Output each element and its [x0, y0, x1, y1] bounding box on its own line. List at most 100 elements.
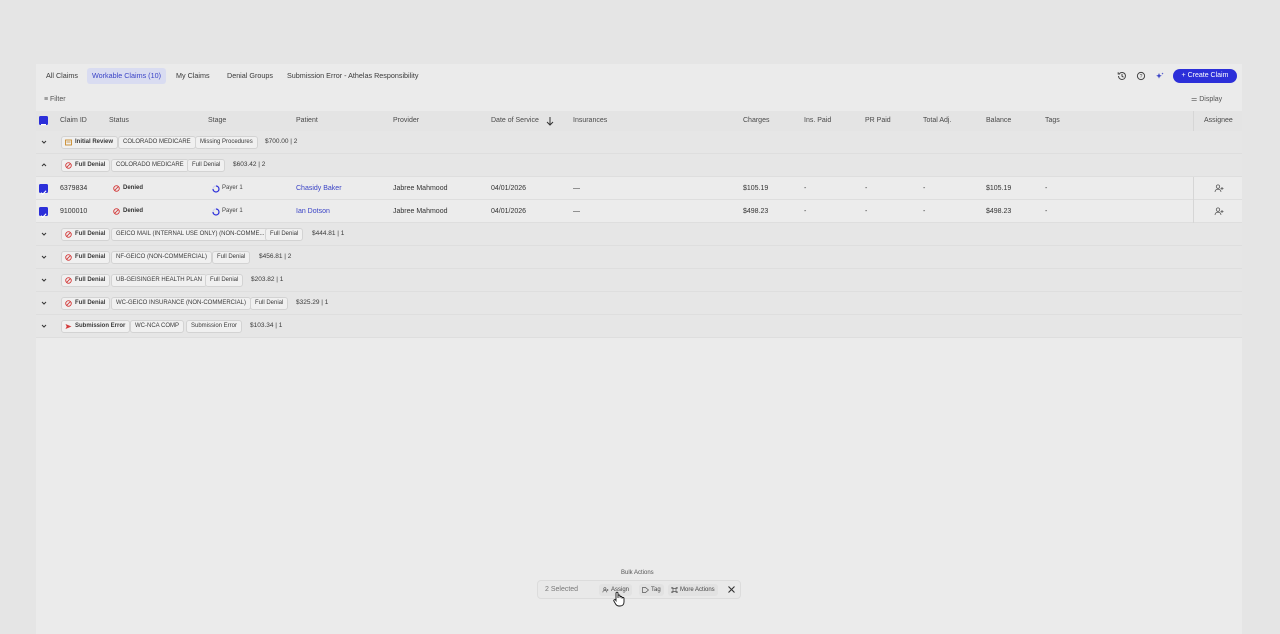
group-summary: $700.00 | 2 — [265, 138, 298, 145]
group-row[interactable]: Submission Error WC-NCA COMP Submission … — [36, 315, 1242, 338]
group-row[interactable]: Full Denial COLORADO MEDICARE Full Denia… — [36, 154, 1242, 177]
more-actions-button[interactable]: More Actions — [668, 584, 718, 596]
patient-link[interactable]: Chasidy Baker — [296, 177, 342, 200]
reason-chip: Full Denial — [212, 251, 251, 264]
denied-icon — [65, 300, 72, 307]
command-icon — [671, 587, 678, 593]
denied-icon — [65, 162, 72, 169]
filter-button[interactable]: ≡ Filter — [41, 94, 69, 106]
payer-chip: GEICO MAIL (INTERNAL USE ONLY) (NON-COMM… — [111, 228, 270, 241]
chevron-down-icon[interactable] — [39, 229, 49, 239]
assignee-cell[interactable] — [1193, 177, 1242, 200]
table-row[interactable]: 9100010 Denied Payer 1 Ian Dotson Jabree… — [36, 200, 1242, 223]
create-claim-button[interactable]: + Create Claim — [1173, 69, 1237, 83]
claim-id: 6379834 — [60, 185, 88, 192]
status-cell: Denied — [113, 177, 143, 200]
pr-paid-cell: - — [865, 185, 868, 192]
col-claim-id[interactable]: Claim ID — [60, 111, 87, 131]
group-row[interactable]: Full Denial UB-GEISINGER HEALTH PLAN Ful… — [36, 269, 1242, 292]
balance-cell: $105.19 — [986, 185, 1012, 192]
claims-panel: All Claims Workable Claims (10) My Claim… — [36, 64, 1242, 634]
reason-chip: Full Denial — [265, 228, 304, 241]
denied-icon — [113, 185, 120, 192]
balance-cell: $498.23 — [986, 208, 1012, 215]
row-checkbox[interactable] — [39, 207, 48, 219]
assign-user-icon[interactable] — [1214, 184, 1224, 193]
history-icon[interactable] — [1115, 69, 1129, 83]
close-icon[interactable] — [727, 585, 736, 594]
status-cell: Denied — [113, 200, 143, 223]
col-provider[interactable]: Provider — [393, 111, 419, 131]
col-total-adj[interactable]: Total Adj. — [923, 111, 951, 131]
col-date-of-service[interactable]: Date of Service — [491, 111, 539, 131]
display-button[interactable]: ⚌ Display — [1191, 94, 1222, 106]
status-badge: Submission Error — [61, 320, 131, 333]
progress-ring-icon — [212, 185, 220, 193]
col-pr-paid[interactable]: PR Paid — [865, 111, 891, 131]
tag-button[interactable]: Tag — [639, 584, 664, 596]
col-ins-paid[interactable]: Ins. Paid — [804, 111, 831, 131]
col-charges[interactable]: Charges — [743, 111, 769, 131]
group-row[interactable]: Full Denial GEICO MAIL (INTERNAL USE ONL… — [36, 223, 1242, 246]
payer-chip: COLORADO MEDICARE — [118, 136, 196, 149]
tab-denial-groups[interactable]: Denial Groups — [222, 68, 278, 84]
assign-user-icon[interactable] — [1214, 207, 1224, 216]
bulk-actions-title: Bulk Actions — [621, 570, 654, 576]
tab-bar: All Claims Workable Claims (10) My Claim… — [36, 64, 1242, 88]
tags-cell: - — [1045, 185, 1048, 192]
status-badge: Initial Review — [61, 136, 119, 149]
help-icon[interactable]: ? — [1134, 69, 1148, 83]
col-status[interactable]: Status — [109, 111, 129, 131]
tab-submission-error[interactable]: Submission Error - Athelas Responsibilit… — [282, 68, 423, 84]
col-insurances[interactable]: Insurances — [573, 111, 607, 131]
chevron-down-icon[interactable] — [39, 137, 49, 147]
col-assignee[interactable]: Assignee — [1204, 111, 1233, 131]
claim-id: 9100010 — [60, 208, 88, 215]
group-row[interactable]: Full Denial NF-GEICO (NON-COMMERCIAL) Fu… — [36, 246, 1242, 269]
initial-review-icon — [65, 139, 72, 146]
progress-ring-icon — [212, 208, 220, 216]
insurances-cell: — — [573, 208, 580, 215]
chevron-up-icon[interactable] — [39, 160, 49, 170]
status-badge: Full Denial — [61, 274, 111, 287]
reason-chip: Missing Procedures — [195, 136, 258, 149]
reason-chip: Full Denial — [205, 274, 244, 287]
table-row[interactable]: 6379834 Denied Payer 1 Chasidy Baker Jab… — [36, 177, 1242, 200]
total-adj-cell: - — [923, 208, 926, 215]
chevron-down-icon[interactable] — [39, 298, 49, 308]
group-row[interactable]: Full Denial WC-GEICO INSURANCE (NON-COMM… — [36, 292, 1242, 315]
insurances-cell: — — [573, 185, 580, 192]
payer-chip: NF-GEICO (NON-COMMERCIAL) — [111, 251, 212, 264]
stage-cell: Payer 1 — [212, 177, 243, 200]
col-patient[interactable]: Patient — [296, 111, 318, 131]
reason-chip: Full Denial — [187, 159, 226, 172]
sparkle-icon[interactable] — [1153, 69, 1167, 83]
reason-chip: Submission Error — [186, 320, 243, 333]
chevron-down-icon[interactable] — [39, 275, 49, 285]
row-checkbox[interactable] — [39, 184, 48, 196]
chevron-down-icon[interactable] — [39, 321, 49, 331]
denied-icon — [65, 254, 72, 261]
group-summary: $203.82 | 1 — [251, 276, 284, 283]
reason-chip: Full Denial — [250, 297, 289, 310]
tag-icon — [642, 587, 649, 593]
tab-workable-claims[interactable]: Workable Claims (10) — [87, 68, 166, 84]
bulk-actions-bar: 2 Selected Assign Tag More Actions — [537, 580, 741, 599]
payer-chip: COLORADO MEDICARE — [111, 159, 189, 172]
col-stage[interactable]: Stage — [208, 111, 226, 131]
sort-desc-icon[interactable] — [546, 116, 554, 126]
tab-my-claims[interactable]: My Claims — [171, 68, 215, 84]
col-tags[interactable]: Tags — [1045, 111, 1060, 131]
col-balance[interactable]: Balance — [986, 111, 1011, 131]
group-row[interactable]: Initial Review COLORADO MEDICARE Missing… — [36, 131, 1242, 154]
chevron-down-icon[interactable] — [39, 252, 49, 262]
tab-all-claims[interactable]: All Claims — [41, 68, 83, 84]
patient-link[interactable]: Ian Dotson — [296, 200, 330, 223]
assignee-cell[interactable] — [1193, 200, 1242, 223]
table-header: Claim ID Status Stage Patient Provider D… — [36, 111, 1242, 131]
payer-chip: UB-GEISINGER HEALTH PLAN — [111, 274, 207, 287]
dos-cell: 04/01/2026 — [491, 185, 527, 192]
ins-paid-cell: - — [804, 208, 807, 215]
select-all-checkbox[interactable] — [39, 116, 48, 126]
charges-cell: $498.23 — [743, 208, 769, 215]
